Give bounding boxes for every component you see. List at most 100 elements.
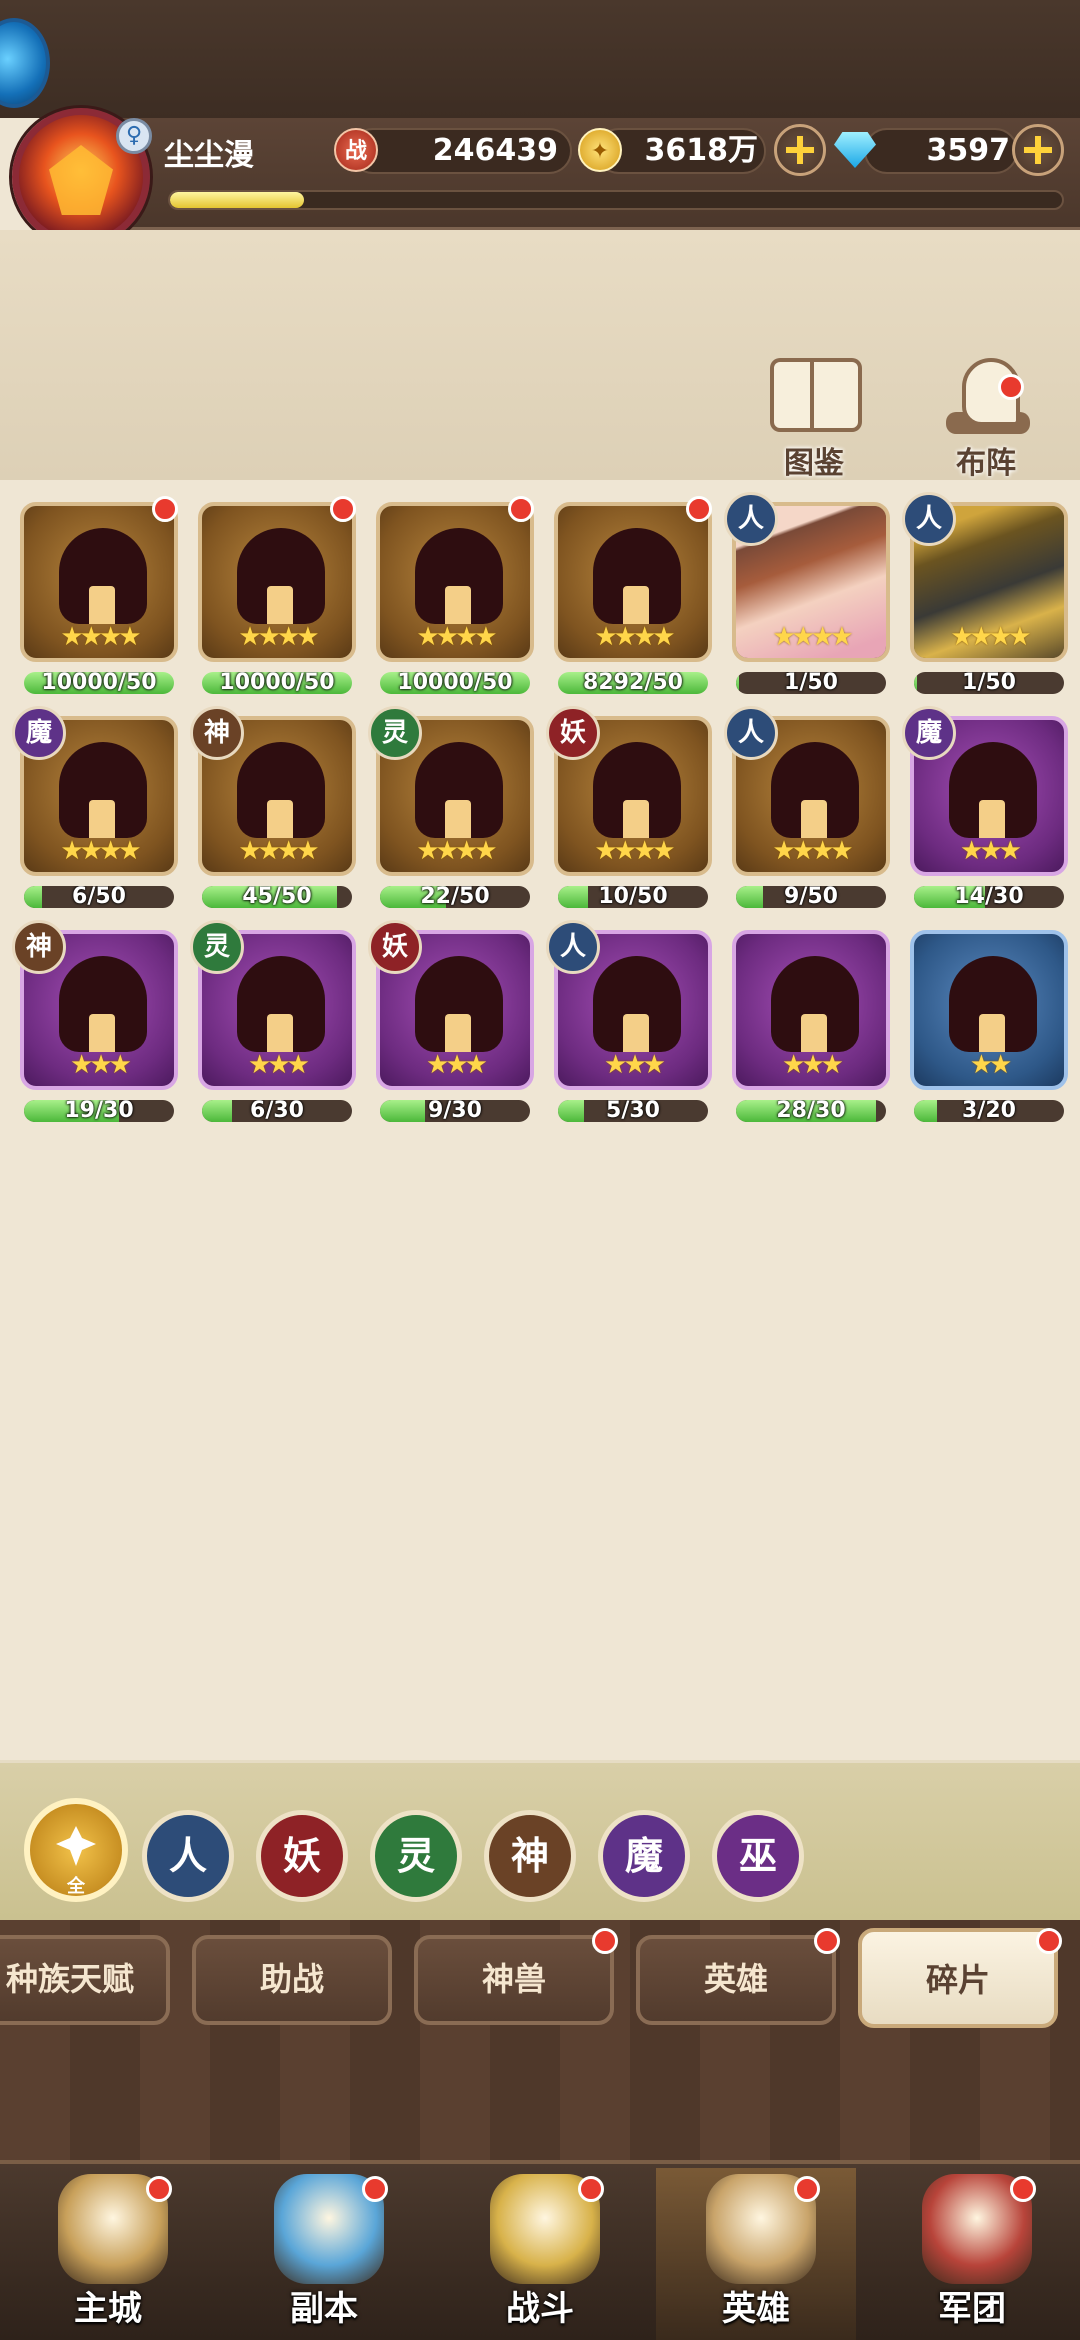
race-badge: 妖 [368,920,422,974]
hero-silhouette-icon [949,742,1037,838]
hero-silhouette-icon [771,956,859,1052]
nav-red-dot [362,2176,388,2202]
race-filter-1[interactable]: 妖 [256,1810,348,1902]
star-rating: ★★★★ [950,622,1031,652]
hero-silhouette-icon [59,742,147,838]
star-rating: ★★★★ [594,622,675,652]
tab-4[interactable]: 碎片 [858,1928,1058,2028]
hero-fragment-card[interactable]: ★★★ [732,930,890,1090]
race-badge: 人 [724,706,778,760]
star-rating: ★★★★ [238,622,319,652]
fragment-progress-bar: 8292/50 [558,672,708,694]
hero-silhouette-icon [59,956,147,1052]
hero-silhouette-icon [415,742,503,838]
race-filter-2[interactable]: 灵 [370,1810,462,1902]
nav-portal[interactable]: 副本 [224,2168,424,2340]
tab-3[interactable]: 英雄 [636,1935,836,2025]
fragment-progress-bar: 6/50 [24,886,174,908]
card-red-dot [330,496,356,522]
add-gold-button[interactable] [774,124,826,176]
race-badge: 灵 [190,920,244,974]
star-rating: ★★★ [604,1050,666,1080]
fragment-progress-bar: 19/30 [24,1100,174,1122]
nav-red-dot [146,2176,172,2202]
star-rating: ★★★★ [60,622,141,652]
star-rating: ★★★★ [238,836,319,866]
race-badge: 人 [546,920,600,974]
race-filter-5[interactable]: 巫 [712,1810,804,1902]
battle-power-icon: 战 [334,128,378,172]
tab-red-dot [1036,1928,1062,1954]
nav-red-dot [794,2176,820,2202]
card-red-dot [686,496,712,522]
star-rating: ★★★ [248,1050,310,1080]
fragment-progress-text: 5/30 [606,1100,660,1122]
race-badge: 人 [724,492,778,546]
hero-silhouette-icon [415,528,503,624]
fragment-progress-text: 1/50 [962,672,1016,694]
nav-label: 副本 [290,2289,358,2329]
gold-coin-icon: ✦ [578,128,622,172]
hero-silhouette-icon [949,956,1037,1052]
fragment-progress-bar: 10000/50 [202,672,352,694]
race-filter-4[interactable]: 魔 [598,1810,690,1902]
formation-label: 布阵 [956,446,1016,481]
hero-fragment-card[interactable]: ★★★★ [376,502,534,662]
nav-sword-shield[interactable]: 战斗 [440,2168,640,2340]
tab-0[interactable]: 种族天赋 [0,1935,170,2025]
race-badge: 妖 [546,706,600,760]
hero-fragment-card[interactable]: ★★ [910,930,1068,1090]
handbook-button[interactable]: 图鉴 [754,358,874,482]
star-rating: ★★★★ [772,622,853,652]
race-filter-0[interactable]: 人 [142,1810,234,1902]
hero-banner [0,230,1080,480]
fragment-progress-text: 10000/50 [41,672,157,694]
nav-knight-helmet[interactable]: 英雄 [656,2168,856,2340]
star-rating: ★★★ [782,1050,844,1080]
hero-silhouette-icon [593,956,681,1052]
star-rating: ★★★★ [772,836,853,866]
nav-legion-banner[interactable]: 军团 [872,2168,1072,2340]
star-rating: ★★★★ [594,836,675,866]
fragment-progress-bar: 10000/50 [24,672,174,694]
race-badge: 人 [902,492,956,546]
star-rating: ★★★ [70,1050,132,1080]
fragment-progress-bar: 9/50 [736,886,886,908]
race-filter-3[interactable]: 神 [484,1810,576,1902]
fragment-progress-text: 1/50 [784,672,838,694]
formation-button[interactable]: 布阵 [926,358,1046,482]
hero-silhouette-icon [237,742,325,838]
hero-silhouette-icon [771,742,859,838]
fragment-progress-bar: 22/50 [380,886,530,908]
tab-1[interactable]: 助战 [192,1935,392,2025]
nav-label: 主城 [74,2289,142,2329]
nav-red-dot [578,2176,604,2202]
fragment-progress-text: 6/30 [250,1100,304,1122]
tab-red-dot [592,1928,618,1954]
nav-red-dot [1010,2176,1036,2202]
fragment-progress-text: 9/50 [784,886,838,908]
fragment-progress-bar: 1/50 [914,672,1064,694]
filter-all-button[interactable]: 全 [24,1798,128,1902]
fragment-progress-text: 9/30 [428,1100,482,1122]
star-rating: ★★★★ [60,836,141,866]
hero-silhouette-icon [59,528,147,624]
tab-2[interactable]: 神兽 [414,1935,614,2025]
nav-label: 战斗 [506,2289,574,2329]
hero-silhouette-icon [593,742,681,838]
add-diamond-button[interactable] [1012,124,1064,176]
card-red-dot [508,496,534,522]
star-rating: ★★★ [426,1050,488,1080]
fragment-progress-text: 14/30 [954,886,1024,908]
player-name: 尘尘漫 [164,138,254,173]
hero-silhouette-icon [415,956,503,1052]
hero-fragment-card[interactable]: ★★★★ [554,502,712,662]
hero-silhouette-icon [237,528,325,624]
fragment-progress-text: 19/30 [64,1100,134,1122]
hero-fragment-card[interactable]: ★★★★ [198,502,356,662]
card-red-dot [152,496,178,522]
nav-castle[interactable]: 主城 [8,2168,208,2340]
race-badge: 神 [12,920,66,974]
hero-fragment-card[interactable]: ★★★★ [20,502,178,662]
exp-bar-fill [170,192,304,208]
